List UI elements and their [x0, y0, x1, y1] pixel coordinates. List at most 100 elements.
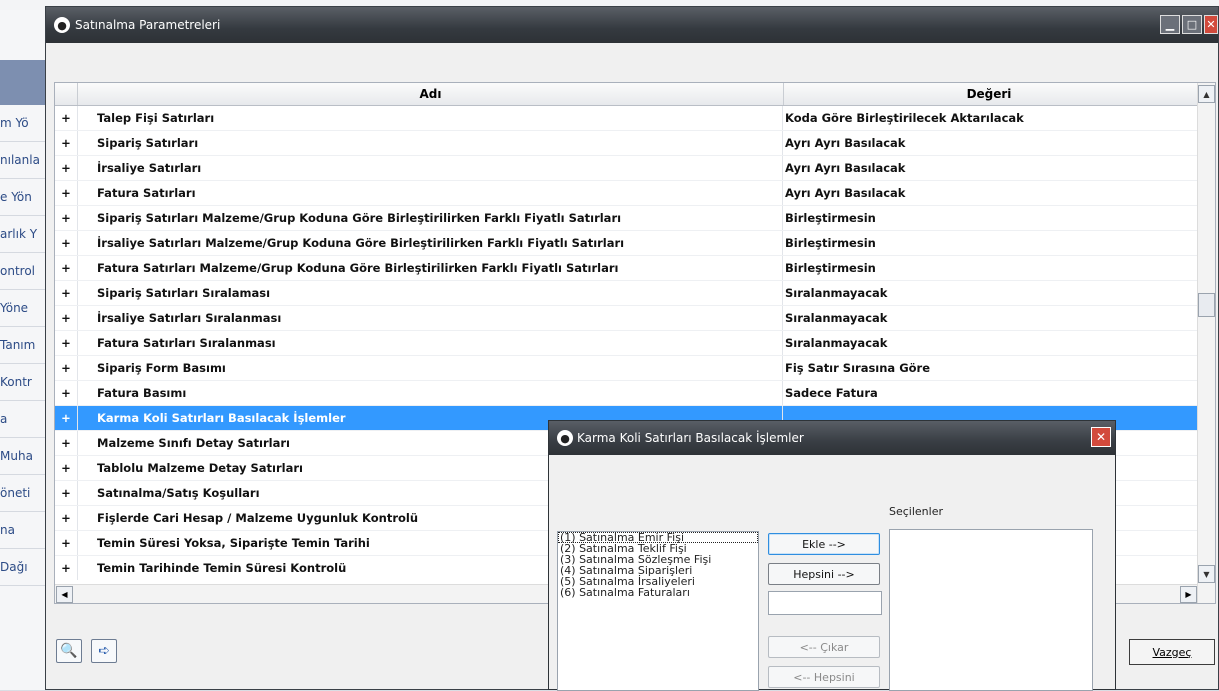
add-all-button[interactable]: Hepsini -->: [768, 563, 880, 585]
expand-icon[interactable]: +: [55, 131, 78, 155]
scroll-left-icon[interactable]: ◀: [56, 586, 73, 603]
arrow-right-icon: ➪: [98, 643, 110, 659]
window-titlebar[interactable]: ● Satınalma Parametreleri ▁ □ ✕: [46, 7, 1218, 43]
list-item[interactable]: (6) Satınalma Faturaları: [558, 587, 758, 598]
expand-icon[interactable]: +: [55, 356, 78, 380]
expand-icon[interactable]: +: [55, 556, 78, 580]
table-row[interactable]: + Fatura Satırları Malzeme/Grup Koduna Gö…: [55, 256, 1197, 281]
dialog-title: Karma Koli Satırları Basılacak İşlemler: [577, 431, 804, 445]
expand-icon[interactable]: +: [55, 381, 78, 405]
background-sidebar-item: Dağı: [0, 549, 45, 586]
parameter-value[interactable]: Ayrı Ayrı Basılacak: [783, 156, 1195, 180]
background-sidebar-item: Tanım: [0, 327, 45, 364]
dialog-app-icon: ●: [557, 430, 573, 446]
table-row[interactable]: + Sipariş Satırları Malzeme/Grup Koduna G…: [55, 206, 1197, 231]
parameter-value[interactable]: Birleştirmesin: [783, 206, 1195, 230]
maximize-button[interactable]: □: [1182, 15, 1202, 34]
value-column-header[interactable]: Değeri: [784, 83, 1194, 105]
parameter-name: Sipariş Satırları: [78, 131, 783, 155]
remove-all-button[interactable]: <-- Hepsini: [768, 666, 880, 688]
next-button[interactable]: ➪: [91, 639, 117, 663]
background-sidebar-header: [0, 60, 45, 105]
parameter-name: Sipariş Satırları Sıralaması: [78, 281, 783, 305]
background-sidebar-item: arlık Y: [0, 216, 45, 253]
expand-icon[interactable]: +: [55, 406, 78, 430]
add-button[interactable]: Ekle -->: [768, 533, 880, 555]
expand-icon[interactable]: +: [55, 181, 78, 205]
parameter-value[interactable]: Fiş Satır Sırasına Göre: [783, 356, 1195, 380]
selected-label: Seçilenler: [889, 505, 943, 518]
grid-header: Adı Değeri: [55, 83, 1215, 106]
parameter-name: İrsaliye Satırları Malzeme/Grup Koduna G…: [78, 231, 783, 255]
parameter-name: İrsaliye Satırları Sıralanması: [78, 306, 783, 330]
selected-list[interactable]: [889, 529, 1093, 691]
table-row[interactable]: + İrsaliye Satırları Malzeme/Grup Koduna …: [55, 231, 1197, 256]
table-row[interactable]: + Fatura Satırları Sıralanması Sıralanmaya…: [55, 331, 1197, 356]
parameter-value[interactable]: Ayrı Ayrı Basılacak: [783, 131, 1195, 155]
parameter-value[interactable]: Sıralanmayacak: [783, 281, 1195, 305]
background-sidebar-item: nılanla: [0, 142, 45, 179]
cancel-button[interactable]: Vazgeç: [1129, 639, 1215, 665]
table-row[interactable]: + İrsaliye Satırları Ayrı Ayrı Basılacak: [55, 156, 1197, 181]
expand-icon[interactable]: +: [55, 456, 78, 480]
scroll-down-icon[interactable]: ▼: [1198, 565, 1215, 583]
parameter-value[interactable]: Sıralanmayacak: [783, 306, 1195, 330]
parameter-value[interactable]: Birleştirmesin: [783, 231, 1195, 255]
expand-icon[interactable]: +: [55, 106, 78, 130]
expand-icon[interactable]: +: [55, 206, 78, 230]
table-row[interactable]: + Fatura Satırları Ayrı Ayrı Basılacak: [55, 181, 1197, 206]
table-row[interactable]: + İrsaliye Satırları Sıralanması Sıralanma…: [55, 306, 1197, 331]
expand-icon[interactable]: +: [55, 331, 78, 355]
table-row[interactable]: + Sipariş Form Basımı Fiş Satır Sırasına G…: [55, 356, 1197, 381]
table-row[interactable]: + Sipariş Satırları Sıralaması Sıralanmaya…: [55, 281, 1197, 306]
parameter-value[interactable]: Birleştirmesin: [783, 256, 1195, 280]
dialog-titlebar[interactable]: ● Karma Koli Satırları Basılacak İşlemle…: [549, 421, 1115, 455]
background-sidebar-item: Kontr: [0, 364, 45, 401]
background-sidebar-item: ontrol: [0, 253, 45, 290]
vertical-scrollbar[interactable]: ▲ ▼: [1197, 83, 1215, 603]
table-row[interactable]: + Sipariş Satırları Ayrı Ayrı Basılacak: [55, 131, 1197, 156]
background-sidebar-item: na: [0, 512, 45, 549]
scroll-thumb[interactable]: [1198, 293, 1215, 317]
remove-button[interactable]: <-- Çıkar: [768, 636, 880, 658]
available-list[interactable]: (1) Satınalma Emir Fişi (2) Satınalma Tek…: [557, 531, 759, 691]
expand-icon[interactable]: +: [55, 281, 78, 305]
expand-icon[interactable]: +: [55, 306, 78, 330]
table-row[interactable]: + Talep Fişi Satırları Koda Göre Birleştir…: [55, 106, 1197, 131]
parameter-value[interactable]: Sadece Fatura: [783, 381, 1195, 405]
background-sidebar: m Yö nılanla e Yön arlık Yontrol Yöne Tanım Ko…: [0, 10, 46, 690]
parameter-name: Sipariş Satırları Malzeme/Grup Koduna Gö…: [78, 206, 783, 230]
expand-icon[interactable]: +: [55, 531, 78, 555]
parameter-name: Fatura Satırları Malzeme/Grup Koduna Gör…: [78, 256, 783, 280]
search-button[interactable]: 🔍: [56, 639, 82, 663]
background-sidebar-item: e Yön: [0, 179, 45, 216]
parameter-value[interactable]: Sıralanmayacak: [783, 331, 1195, 355]
scroll-up-icon[interactable]: ▲: [1198, 85, 1215, 103]
parameter-value[interactable]: Koda Göre Birleştirilecek Aktarılacak: [783, 106, 1195, 130]
close-button[interactable]: ✕: [1204, 15, 1218, 34]
expand-icon[interactable]: +: [55, 431, 78, 455]
background-sidebar-item: Yöne: [0, 290, 45, 327]
expand-icon[interactable]: +: [55, 231, 78, 255]
parameter-name: İrsaliye Satırları: [78, 156, 783, 180]
name-column-header[interactable]: Adı: [78, 83, 784, 105]
background-sidebar-item: m Yö: [0, 105, 45, 142]
table-row[interactable]: + Fatura Basımı Sadece Fatura: [55, 381, 1197, 406]
expand-icon[interactable]: +: [55, 256, 78, 280]
expand-icon[interactable]: +: [55, 481, 78, 505]
magnifier-icon: 🔍: [60, 643, 78, 659]
parameter-value[interactable]: Ayrı Ayrı Basılacak: [783, 181, 1195, 205]
parameter-name: Fatura Satırları Sıralanması: [78, 331, 783, 355]
dialog-close-button[interactable]: ✕: [1091, 427, 1111, 447]
expand-icon[interactable]: +: [55, 506, 78, 530]
filter-input[interactable]: [768, 591, 882, 615]
parameter-name: Talep Fişi Satırları: [78, 106, 783, 130]
background-sidebar-item: öneti: [0, 475, 45, 512]
parameter-name: Fatura Basımı: [78, 381, 783, 405]
background-sidebar-item: a: [0, 401, 45, 438]
expand-column-header: [55, 83, 78, 105]
minimize-button[interactable]: ▁: [1160, 15, 1180, 34]
app-icon: ●: [54, 17, 70, 33]
expand-icon[interactable]: +: [55, 156, 78, 180]
scroll-right-icon[interactable]: ▶: [1180, 586, 1197, 603]
